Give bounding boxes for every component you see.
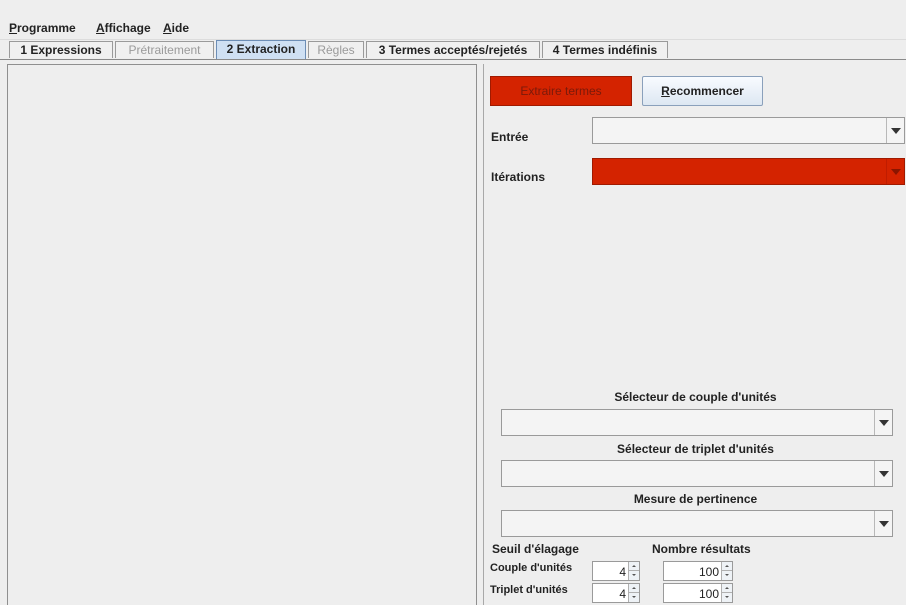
tab-extraction[interactable]: 2 Extraction [216,40,306,59]
tab-pretraitement: Prétraitement [115,41,214,58]
spin-up-icon[interactable] [628,584,639,593]
extract-terms-button[interactable]: Extraire termes [490,76,632,106]
chevron-down-icon[interactable] [886,159,904,184]
entree-select[interactable] [592,117,905,144]
extraction-settings-panel: Extraire termes Recommencer Entrée Itéra… [483,64,906,605]
spinner-value: 100 [698,587,719,601]
seuil-label: Seuil d'élagage [492,542,579,556]
iterations-label: Itérations [491,170,546,184]
spin-down-icon[interactable] [721,593,732,602]
spinner-value: 100 [698,565,719,579]
seuil-couple-spinner[interactable]: 4 [592,561,640,581]
pertinence-title: Mesure de pertinence [633,492,758,506]
nombre-couple-spinner[interactable]: 100 [663,561,733,581]
restart-button[interactable]: Recommencer [642,76,763,106]
couple-label: Couple d'unités [490,562,573,574]
tab-regles: Règles [308,41,364,58]
tab-termes-acceptes[interactable]: 3 Termes acceptés/rejetés [366,41,540,58]
triplet-label: Triplet d'unités [490,584,568,596]
spinner-value: 4 [619,565,626,579]
chevron-down-icon[interactable] [874,410,892,435]
couple-selector-title: Sélecteur de couple d'unités [614,390,777,404]
tab-termes-indefinis[interactable]: 4 Termes indéfinis [542,41,668,58]
menu-affichage[interactable]: Affichage [96,21,151,35]
tab-separator [0,59,906,60]
spin-up-icon[interactable] [721,562,732,571]
menu-programme[interactable]: Programme [9,21,76,35]
seuil-triplet-spinner[interactable]: 4 [592,583,640,603]
menu-bar: Programme Affichage Aide [0,17,906,40]
entree-label: Entrée [491,130,529,144]
triplet-selector-title: Sélecteur de triplet d'unités [617,442,774,456]
tab-bar: 1 Expressions Prétraitement 2 Extraction… [0,40,906,60]
spin-up-icon[interactable] [628,562,639,571]
chevron-down-icon[interactable] [886,118,904,143]
pertinence-select[interactable] [501,510,893,537]
spin-up-icon[interactable] [721,584,732,593]
results-panel[interactable] [7,64,477,605]
iterations-select[interactable] [592,158,905,185]
chevron-down-icon[interactable] [874,511,892,536]
spin-down-icon[interactable] [628,593,639,602]
tab-expressions[interactable]: 1 Expressions [9,41,113,58]
triplet-selector-select[interactable] [501,460,893,487]
chevron-down-icon[interactable] [874,461,892,486]
spin-down-icon[interactable] [628,571,639,580]
nombre-triplet-spinner[interactable]: 100 [663,583,733,603]
menu-aide[interactable]: Aide [163,21,189,35]
nombre-resultats-label: Nombre résultats [652,542,751,556]
spinner-value: 4 [619,587,626,601]
couple-selector-select[interactable] [501,409,893,436]
spin-down-icon[interactable] [721,571,732,580]
